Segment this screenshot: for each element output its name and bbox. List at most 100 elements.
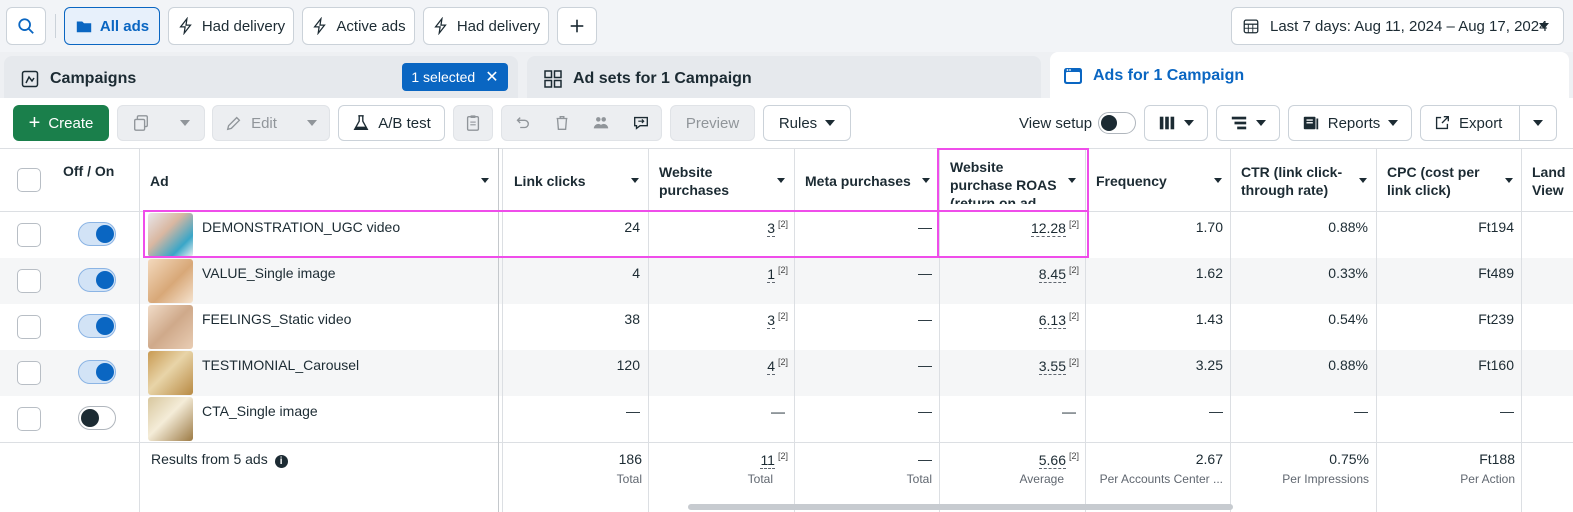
row-checkbox[interactable]: [17, 269, 41, 293]
sort-caret-icon[interactable]: [1359, 178, 1367, 183]
search-button[interactable]: [6, 7, 46, 45]
header-cpc[interactable]: CPC (cost per link click): [1387, 163, 1499, 199]
ad-toggle[interactable]: [78, 222, 116, 246]
ad-thumbnail[interactable]: [148, 351, 193, 395]
columns-icon: [1159, 116, 1175, 130]
sort-caret-icon[interactable]: [1505, 178, 1513, 183]
preview-button[interactable]: Preview: [670, 105, 755, 141]
export-button[interactable]: Export: [1420, 105, 1557, 141]
ad-thumbnail[interactable]: [148, 213, 193, 257]
grid-icon: [544, 70, 562, 88]
ad-name[interactable]: FEELINGS_Static video: [202, 311, 351, 327]
people-icon[interactable]: [592, 114, 610, 132]
ad-name[interactable]: TESTIMONIAL_Carousel: [202, 357, 359, 373]
header-ad[interactable]: Ad: [150, 172, 450, 190]
swap-comment-icon[interactable]: [632, 114, 650, 132]
ab-test-label: A/B test: [378, 114, 431, 132]
info-icon[interactable]: i: [274, 455, 288, 468]
ab-test-button[interactable]: A/B test: [338, 105, 445, 141]
ad-thumbnail[interactable]: [148, 397, 193, 441]
tab-label: Ad sets for 1 Campaign: [573, 70, 752, 87]
roas-cell: 6.13 [2]: [1038, 311, 1079, 329]
ad-toggle[interactable]: [78, 360, 116, 384]
header-onoff[interactable]: Off / On: [63, 162, 123, 180]
header-meta-purchases[interactable]: Meta purchases: [805, 172, 920, 190]
flask-icon: [353, 115, 369, 130]
meta-purchases-cell: —: [918, 265, 932, 281]
ad-toggle[interactable]: [78, 314, 116, 338]
ad-thumbnail[interactable]: [148, 305, 193, 349]
row-checkbox[interactable]: [17, 407, 41, 431]
close-icon[interactable]: ✕: [485, 67, 498, 87]
rules-button[interactable]: Rules: [763, 105, 851, 141]
frequency-cell: 3.25: [1195, 357, 1223, 373]
total-roas-sub: Average: [1019, 472, 1064, 486]
filter-all-ads[interactable]: All ads: [64, 7, 160, 45]
duplicate-icon: [134, 115, 148, 131]
ad-name[interactable]: DEMONSTRATION_UGC video: [202, 219, 400, 235]
header-link-clicks[interactable]: Link clicks: [514, 172, 624, 190]
clipboard-button[interactable]: [453, 105, 493, 141]
frequency-cell: 1.62: [1195, 265, 1223, 281]
header-landing[interactable]: Land View: [1532, 163, 1572, 199]
header-website-purchases[interactable]: Website purchases: [659, 163, 769, 199]
add-filter-button[interactable]: [557, 7, 597, 45]
total-website-purchases: 11 [2]: [760, 451, 788, 469]
chevron-down-icon: [825, 120, 836, 126]
ad-name[interactable]: VALUE_Single image: [202, 265, 336, 281]
columns-button[interactable]: [1144, 105, 1208, 141]
sort-caret-icon[interactable]: [777, 178, 785, 183]
trash-icon[interactable]: [553, 114, 571, 132]
breakdown-button[interactable]: [1216, 105, 1280, 141]
ctr-cell: —: [1354, 403, 1368, 419]
total-cpc: Ft188: [1479, 451, 1515, 467]
rules-label: Rules: [778, 114, 818, 132]
divider: [55, 14, 56, 38]
roas-cell: 3.55 [2]: [1038, 357, 1079, 375]
total-frequency: 2.67: [1195, 451, 1223, 467]
meta-purchases-cell: —: [918, 403, 932, 419]
filter-had-delivery-1[interactable]: Had delivery: [168, 7, 294, 45]
ad-thumbnail[interactable]: [148, 259, 193, 303]
folder-icon: [76, 21, 92, 33]
filter-bar: All ads Had delivery Active ads Had deli…: [0, 0, 1573, 52]
reports-button[interactable]: Reports: [1288, 105, 1412, 141]
sort-caret-icon[interactable]: [922, 178, 930, 183]
view-setup-toggle[interactable]: [1098, 112, 1136, 134]
ad-name[interactable]: CTA_Single image: [202, 403, 318, 419]
header-frequency[interactable]: Frequency: [1096, 172, 1206, 190]
tab-adsets[interactable]: Ad sets for 1 Campaign: [527, 56, 1041, 102]
row-checkbox[interactable]: [17, 223, 41, 247]
undo-icon[interactable]: [513, 114, 531, 132]
ad-toggle[interactable]: [78, 406, 116, 430]
create-button[interactable]: + Create: [13, 105, 109, 141]
filter-had-delivery-2[interactable]: Had delivery: [423, 7, 549, 45]
toggle-knob: [1101, 115, 1117, 131]
tab-ads[interactable]: Ads for 1 Campaign: [1050, 52, 1569, 100]
ad-toggle[interactable]: [78, 268, 116, 292]
date-range-picker[interactable]: Last 7 days: Aug 11, 2024 – Aug 17, 2024: [1231, 7, 1564, 45]
total-mp-sub: Total: [906, 472, 932, 486]
website-purchases-cell: 3 [2]: [767, 311, 788, 329]
select-all-checkbox[interactable]: [17, 168, 41, 192]
campaign-flag-icon: [21, 70, 39, 88]
sort-caret-icon[interactable]: [631, 178, 639, 183]
edit-button[interactable]: Edit: [212, 105, 330, 141]
selected-chip[interactable]: 1 selected ✕: [402, 63, 508, 91]
header-ctr[interactable]: CTR (link click-through rate): [1241, 163, 1351, 199]
header-roas[interactable]: Website purchase ROAS (return on ad: [950, 158, 1062, 204]
horizontal-scrollbar[interactable]: [688, 504, 1233, 510]
row-checkbox[interactable]: [17, 315, 41, 339]
clipboard-icon: [466, 115, 480, 131]
ads-panel: + Create Edit A/B test Preview Rules Vie…: [0, 98, 1573, 512]
sort-caret-icon[interactable]: [481, 178, 489, 183]
duplicate-button[interactable]: [117, 105, 205, 141]
meta-purchases-cell: —: [918, 219, 932, 235]
row-checkbox[interactable]: [17, 361, 41, 385]
chevron-down-icon[interactable]: [1533, 120, 1543, 126]
toggle-knob: [96, 225, 114, 243]
sort-caret-icon[interactable]: [1214, 178, 1222, 183]
sort-caret-icon[interactable]: [1068, 178, 1076, 183]
filter-active-ads[interactable]: Active ads: [302, 7, 415, 45]
view-setup-label: View setup: [1019, 115, 1093, 132]
